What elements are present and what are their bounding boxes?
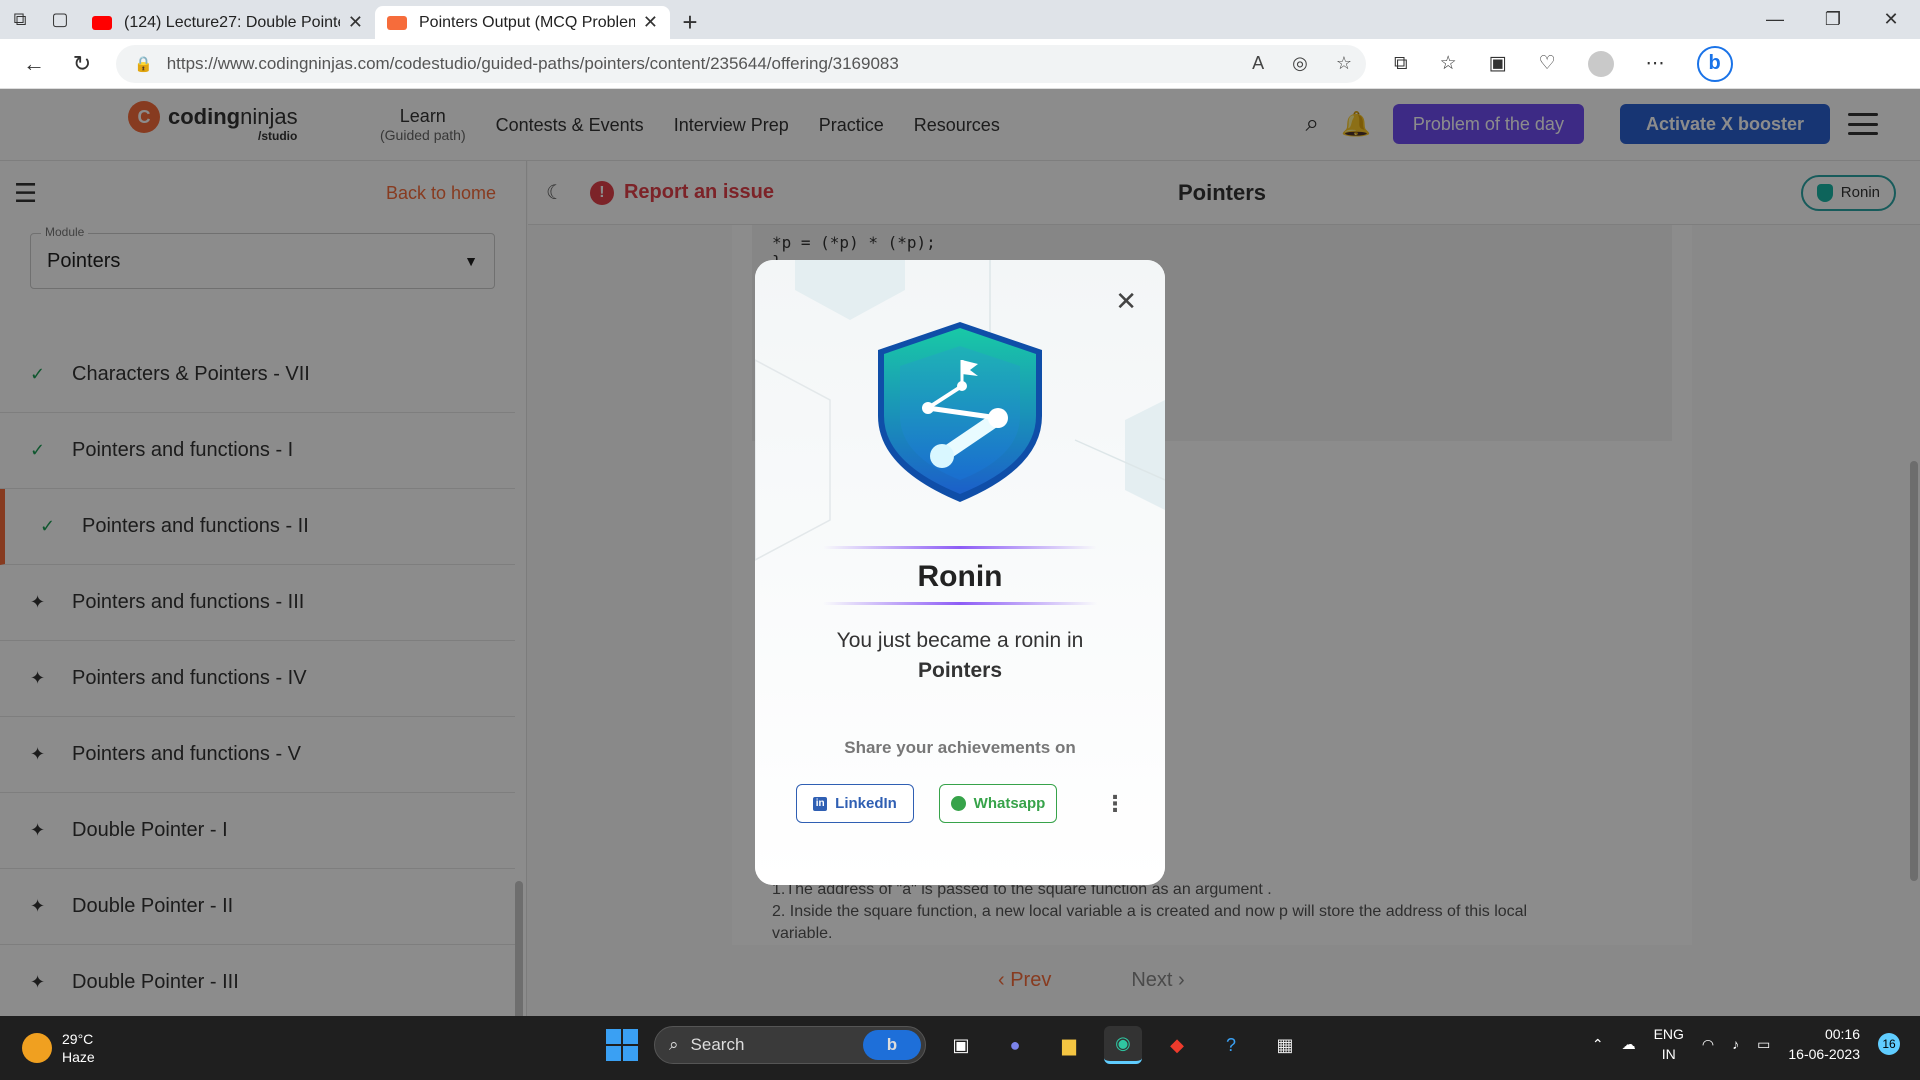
url-text: https://www.codingninjas.com/codestudio/… [166,53,899,73]
share-label: Share your achievements on [844,738,1076,757]
refresh-button[interactable]: ↻ [58,44,106,84]
language-code: ENG [1653,1026,1684,1042]
restore-button[interactable]: ❐ [1804,0,1862,39]
tracking-icon[interactable]: ◎ [1292,53,1308,74]
notification-count-badge[interactable]: 16 [1878,1033,1900,1055]
new-tab-button[interactable]: + [670,6,710,39]
close-tab-icon[interactable]: ✕ [643,12,658,33]
linkedin-icon: in [813,796,828,811]
tab-title: Pointers Output (MCQ Problem) [419,13,635,31]
whatsapp-label: Whatsapp [973,795,1046,812]
search-icon: ⌕ [669,1035,679,1054]
window-controls: — ❐ ✕ [1746,0,1920,39]
workspaces-icon[interactable]: ⧉ [0,0,40,39]
profile-avatar[interactable] [1587,50,1614,77]
tab-codingninjas[interactable]: Pointers Output (MCQ Problem) ✕ [375,6,670,39]
file-explorer-icon[interactable]: ▆ [1050,1026,1088,1064]
weather-condition: Haze [62,1049,95,1065]
favorites-icon[interactable]: ☆ [1440,52,1457,75]
clock-time: 00:16 [1824,1026,1860,1042]
title-line-top [823,546,1097,549]
back-button[interactable]: ← [10,44,58,84]
volume-icon[interactable]: ♪ [1732,1036,1739,1052]
region-code: IN [1661,1046,1676,1062]
system-tray: ⌃ ☁ ENG IN ◠ ♪ ▭ 00:16 16-06-2023 16 [1592,1024,1900,1064]
url-actions: A ◎ ☆ [1252,53,1352,74]
clock-date: 16-06-2023 [1788,1046,1860,1062]
browser-toolbar: ⧉ ☆ ▣ ♡ ⋯ b [1394,45,1733,82]
windows-taskbar: 29°C Haze ⌕ Search b ▣ ● ▆ ◉ ◆ ? ▦ ⌃ ☁ E… [0,1016,1920,1080]
achievement-message: You just became a ronin in Pointers [795,626,1125,686]
microsoft-store-icon[interactable]: ▦ [1266,1026,1304,1064]
collections-icon[interactable]: ▣ [1489,52,1507,75]
more-icon[interactable]: ⋯ [1646,52,1665,75]
battery-icon[interactable]: ▭ [1757,1036,1770,1053]
achievement-text: You just became a ronin in [836,629,1084,652]
whatsapp-share-button[interactable]: Whatsapp [939,784,1057,823]
whatsapp-icon [950,796,966,811]
weather-temp: 29°C [62,1031,94,1047]
codingninjas-favicon-icon [387,15,407,30]
ronin-badge-icon [878,322,1042,502]
anydesk-icon[interactable]: ◆ [1158,1026,1196,1064]
tab-title: (124) Lecture27: Double Pointers [124,13,340,31]
weather-sun-icon [22,1033,52,1063]
wifi-icon[interactable]: ◠ [1702,1036,1714,1053]
performance-icon[interactable]: ♡ [1539,52,1556,75]
close-tab-icon[interactable]: ✕ [348,12,363,33]
clock[interactable]: 00:16 16-06-2023 [1788,1024,1860,1064]
read-aloud-icon[interactable]: A [1252,53,1264,74]
weather-widget[interactable]: 29°C Haze [22,1030,95,1066]
youtube-icon [92,15,112,30]
chevron-up-icon[interactable]: ⌃ [1592,1036,1604,1053]
favorite-star-icon[interactable]: ☆ [1336,53,1352,74]
achievement-module: Pointers [917,659,1003,682]
bing-icon: b [863,1030,921,1060]
edge-browser-icon[interactable]: ◉ [1104,1026,1142,1064]
share-actions: in LinkedIn Whatsapp ⋮ [796,784,1126,823]
achievement-modal: ✕ Ronin You just became a ronin in Point… [755,260,1165,885]
teams-chat-icon[interactable]: ● [996,1026,1034,1064]
tab-actions-icon[interactable]: ▢ [40,0,80,39]
linkedin-share-button[interactable]: in LinkedIn [796,784,914,823]
onedrive-cloud-icon[interactable]: ☁ [1622,1036,1636,1053]
taskbar-search-label: Search [690,1035,745,1054]
taskbar-apps: ⌕ Search b ▣ ● ▆ ◉ ◆ ? ▦ [606,1026,1304,1064]
badge-name: Ronin [917,560,1003,593]
close-icon[interactable]: ✕ [1115,286,1137,317]
bing-copilot-icon[interactable]: b [1696,45,1733,82]
close-window-button[interactable]: ✕ [1862,0,1920,39]
lock-icon: 🔒 [134,55,153,73]
language-indicator[interactable]: ENG IN [1654,1024,1684,1064]
more-options-icon[interactable]: ⋮ [1104,791,1126,817]
url-field[interactable]: 🔒 https://www.codingninjas.com/codestudi… [116,44,1366,83]
address-bar-row: ← ↻ 🔒 https://www.codingninjas.com/codes… [0,39,1920,89]
minimize-button[interactable]: — [1746,0,1804,39]
task-view-icon[interactable]: ▣ [942,1026,980,1064]
linkedin-label: LinkedIn [835,795,897,812]
tab-youtube[interactable]: (124) Lecture27: Double Pointers ✕ [80,6,375,39]
title-line-bottom [823,602,1097,605]
browser-tab-bar: ⧉ ▢ (124) Lecture27: Double Pointers ✕ P… [0,0,1920,39]
windows-start-icon[interactable] [606,1029,638,1061]
extensions-icon[interactable]: ⧉ [1394,53,1408,75]
help-icon[interactable]: ? [1212,1026,1250,1064]
taskbar-search[interactable]: ⌕ Search b [654,1026,926,1064]
